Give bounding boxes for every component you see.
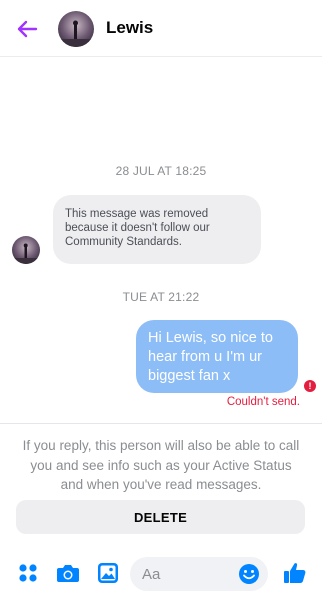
removed-message-bubble[interactable]: This message was removed because it does… <box>53 195 261 264</box>
camera-icon <box>57 565 79 582</box>
conversation-header: Lewis <box>0 0 322 57</box>
apps-icon <box>19 564 37 582</box>
contact-name[interactable]: Lewis <box>106 18 153 38</box>
send-error-text[interactable]: Couldn't send. <box>227 396 300 408</box>
delete-button[interactable]: DELETE <box>16 500 305 534</box>
thumbs-up-icon <box>284 563 306 583</box>
like-button[interactable] <box>283 561 307 585</box>
emoji-icon <box>239 564 259 584</box>
apps-button[interactable] <box>16 561 40 585</box>
back-button[interactable] <box>14 16 40 42</box>
timestamp: TUE AT 21:22 <box>122 290 200 304</box>
gallery-icon <box>98 563 118 583</box>
gallery-button[interactable] <box>96 561 120 585</box>
sent-message-bubble[interactable]: Hi Lewis, so nice to hear from u I'm ur … <box>136 320 298 393</box>
reply-notice: If you reply, this person will also be a… <box>22 438 300 492</box>
camera-button[interactable] <box>56 561 80 585</box>
error-icon[interactable]: ! <box>304 380 316 392</box>
sender-avatar[interactable] <box>12 236 40 264</box>
arrow-left-icon <box>17 20 38 38</box>
message-input-placeholder: Aa <box>142 565 161 583</box>
emoji-button[interactable] <box>238 563 260 585</box>
contact-avatar[interactable] <box>58 11 94 47</box>
timestamp: 28 JUL AT 18:25 <box>115 164 207 178</box>
divider <box>0 423 322 424</box>
message-input[interactable]: Aa <box>130 557 268 591</box>
